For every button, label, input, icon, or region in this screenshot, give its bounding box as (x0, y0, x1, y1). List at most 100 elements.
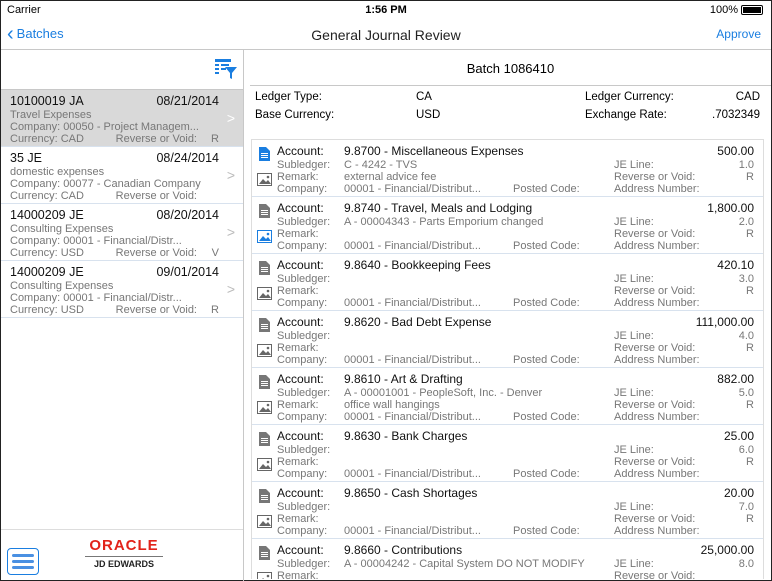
account-label: Account: (277, 372, 324, 386)
image-attachment-icon[interactable] (257, 287, 272, 303)
address-number-label: Address Number: (614, 240, 700, 252)
image-attachment-icon[interactable] (257, 344, 272, 360)
document-icon[interactable] (259, 261, 270, 278)
batch-header: Ledger Type: CA Base Currency: USD Ledge… (250, 86, 771, 136)
image-attachment-icon[interactable] (257, 515, 272, 531)
company-value: 00001 - Financial/Distribut... (344, 297, 481, 309)
journal-line[interactable]: Account: 9.8620 - Bad Debt Expense 111,0… (252, 311, 763, 368)
amount: 882.00 (717, 372, 754, 386)
journal-line[interactable]: Account: 9.8630 - Bank Charges 25.00 Sub… (252, 425, 763, 482)
battery-icon (741, 5, 763, 15)
batch-date: 09/01/2014 (156, 265, 219, 279)
account-value: 9.8700 - Miscellaneous Expenses (344, 144, 524, 158)
account-value: 9.8640 - Bookkeeping Fees (344, 258, 491, 272)
reverse-void-value: V (211, 247, 219, 259)
je-line-label: JE Line: (614, 387, 654, 399)
account-value: 9.8650 - Cash Shortages (344, 486, 478, 500)
batch-doc: 10100019 JA (10, 94, 84, 108)
document-icon[interactable] (259, 546, 270, 563)
chevron-right-icon: > (226, 281, 235, 297)
subledger-value: A - 00001001 - PeopleSoft, Inc. - Denver (344, 387, 543, 399)
reverse-void-label: Reverse or Void: (614, 171, 696, 183)
address-number-label: Address Number: (614, 297, 700, 309)
address-number-label: Address Number: (614, 354, 700, 366)
filter-icon[interactable] (214, 58, 238, 85)
page-title: General Journal Review (311, 27, 461, 43)
amount: 420.10 (717, 258, 754, 272)
document-icon[interactable] (259, 204, 270, 221)
menu-button[interactable] (7, 548, 39, 575)
document-icon[interactable] (259, 432, 270, 449)
document-icon[interactable] (259, 375, 270, 392)
je-line-value: 8.0 (738, 558, 754, 570)
journal-line[interactable]: Account: 9.8740 - Travel, Meals and Lodg… (252, 197, 763, 254)
reverse-void-value: R (211, 304, 219, 316)
company-label: Company: (277, 183, 328, 195)
ledger-currency-value: CAD (735, 91, 760, 103)
subledger-label: Subledger: (277, 273, 331, 285)
amount: 500.00 (717, 144, 754, 158)
journal-line[interactable]: Account: 9.8610 - Art & Drafting 882.00 … (252, 368, 763, 425)
reverse-void-label: Reverse or Void: (614, 513, 696, 525)
journal-line[interactable]: Account: 9.8700 - Miscellaneous Expenses… (252, 140, 763, 197)
image-attachment-icon[interactable] (257, 572, 272, 579)
je-line-value: 5.0 (738, 387, 754, 399)
reverse-void-label: Reverse or Void: (614, 285, 696, 297)
batch-description: Consulting Expenses (10, 280, 114, 292)
clock: 1:56 PM (365, 4, 407, 16)
batch-list-item[interactable]: 10100019 JA 08/21/2014 Travel Expenses Co… (1, 90, 243, 147)
amount: 111,000.00 (695, 315, 754, 329)
reverse-void-label: Reverse or Void: (115, 190, 197, 202)
batch-list-item[interactable]: 35 JE 08/24/2014 domestic expenses Compan… (1, 147, 243, 204)
image-attachment-icon[interactable] (257, 230, 272, 246)
subledger-label: Subledger: (277, 558, 331, 570)
address-number-label: Address Number: (614, 525, 700, 537)
company-label: Company: (277, 525, 328, 537)
remark-value: external advice fee (344, 171, 437, 183)
remark-label: Remark: (277, 285, 319, 297)
image-attachment-icon[interactable] (257, 401, 272, 417)
document-icon[interactable] (259, 489, 270, 506)
batch-doc: 35 JE (10, 151, 42, 165)
approve-button[interactable]: Approve (716, 27, 761, 41)
batch-doc: 14000209 JE (10, 208, 84, 222)
journal-line[interactable]: Account: 9.8660 - Contributions 25,000.0… (252, 539, 763, 579)
reverse-void-value: R (211, 133, 219, 145)
batch-description: Consulting Expenses (10, 223, 114, 235)
batch-company: Company: 00001 - Financial/Distr... (10, 235, 182, 247)
journal-line[interactable]: Account: 9.8650 - Cash Shortages 20.00 S… (252, 482, 763, 539)
je-line-label: JE Line: (614, 330, 654, 342)
posted-code-label: Posted Code: (513, 525, 580, 537)
account-value: 9.8620 - Bad Debt Expense (344, 315, 492, 329)
account-label: Account: (277, 258, 324, 272)
document-icon[interactable] (259, 147, 270, 164)
je-line-label: JE Line: (614, 273, 654, 285)
reverse-void-value: R (746, 285, 754, 297)
image-attachment-icon[interactable] (257, 173, 272, 189)
je-line-value: 7.0 (738, 501, 754, 513)
company-label: Company: (277, 240, 328, 252)
company-value: 00001 - Financial/Distribut... (344, 183, 481, 195)
posted-code-label: Posted Code: (513, 354, 580, 366)
remark-label: Remark: (277, 342, 319, 354)
subledger-value: C - 4242 - TVS (344, 159, 418, 171)
reverse-void-label: Reverse or Void: (614, 456, 696, 468)
address-number-label: Address Number: (614, 183, 700, 195)
reverse-void-value: R (746, 456, 754, 468)
reverse-void-value: R (746, 171, 754, 183)
document-icon[interactable] (259, 318, 270, 335)
batch-list-item[interactable]: 14000209 JE 09/01/2014 Consulting Expense… (1, 261, 243, 318)
journal-line[interactable]: Account: 9.8640 - Bookkeeping Fees 420.1… (252, 254, 763, 311)
subledger-value: A - 00004242 - Capital System DO NOT MOD… (344, 558, 585, 570)
image-attachment-icon[interactable] (257, 458, 272, 474)
exchange-rate-value: .7032349 (712, 109, 760, 121)
company-value: 00001 - Financial/Distribut... (344, 525, 481, 537)
account-value: 9.8740 - Travel, Meals and Lodging (344, 201, 533, 215)
batch-list-item[interactable]: 14000209 JE 08/20/2014 Consulting Expense… (1, 204, 243, 261)
chevron-right-icon: > (226, 110, 235, 126)
reverse-void-value: R (746, 228, 754, 240)
account-label: Account: (277, 429, 324, 443)
batch-currency: Currency: USD (10, 304, 84, 316)
company-label: Company: (277, 411, 328, 423)
je-line-value: 3.0 (738, 273, 754, 285)
